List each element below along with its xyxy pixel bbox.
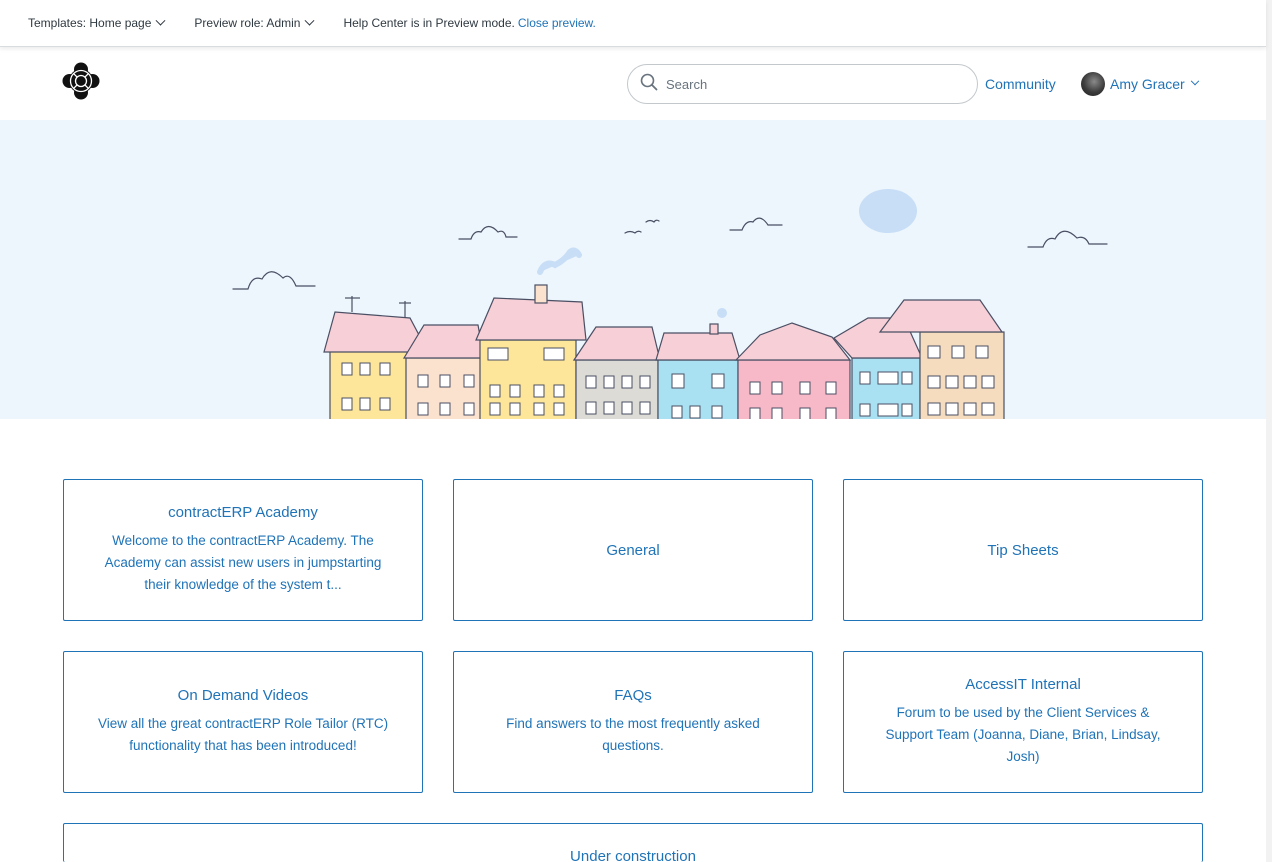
category-title: General xyxy=(606,541,660,559)
category-title: FAQs xyxy=(614,687,652,704)
lifebuoy-logo-icon[interactable] xyxy=(62,62,100,100)
preview-bar: Templates: Home page Preview role: Admin… xyxy=(0,0,1266,47)
category-description: Forum to be used by the Client Services … xyxy=(885,705,1161,764)
category-title: On Demand Videos xyxy=(177,687,309,704)
search-icon xyxy=(640,73,658,96)
avatar xyxy=(1081,72,1105,96)
role-selector-label: Preview role: Admin xyxy=(194,16,301,30)
role-selector[interactable]: Preview role: Admin xyxy=(194,15,315,30)
chevron-down-icon xyxy=(1190,76,1199,86)
close-preview-link[interactable]: Close preview. xyxy=(518,16,596,30)
category-description: Welcome to the contractERP Academy. The … xyxy=(104,533,382,592)
category-card[interactable]: FAQs Find answers to the most frequently… xyxy=(453,651,813,793)
category-title: contractERP Academy xyxy=(168,504,318,521)
community-link[interactable]: Community xyxy=(985,76,1056,92)
chevron-down-icon xyxy=(155,15,166,26)
search-input[interactable] xyxy=(666,76,956,92)
scrollbar[interactable] xyxy=(1266,0,1272,862)
houses-illustration xyxy=(232,189,1108,419)
category-card[interactable]: General xyxy=(453,479,813,621)
hero-banner xyxy=(0,120,1266,419)
category-card[interactable]: contractERP Academy Welcome to the contr… xyxy=(63,479,423,621)
category-title: Under construction xyxy=(570,848,696,862)
category-description: Find answers to the most frequently aske… xyxy=(506,716,760,753)
template-selector-label: Templates: Home page xyxy=(28,16,152,30)
category-description: View all the great contractERP Role Tail… xyxy=(97,716,389,753)
category-card[interactable]: Tip Sheets xyxy=(843,479,1203,621)
user-menu[interactable]: Amy Gracer xyxy=(1081,72,1199,96)
category-card[interactable]: Under construction xyxy=(63,823,1203,862)
category-card[interactable]: On Demand Videos View all the great cont… xyxy=(63,651,423,793)
preview-status-text: Help Center is in Preview mode. xyxy=(343,16,515,30)
template-selector[interactable]: Templates: Home page xyxy=(28,15,166,30)
category-title: Tip Sheets xyxy=(987,541,1059,559)
search-box[interactable] xyxy=(627,64,978,104)
chevron-down-icon xyxy=(305,15,315,26)
category-card[interactable]: AccessIT Internal Forum to be used by th… xyxy=(843,651,1203,793)
site-header: Community Amy Gracer xyxy=(0,47,1266,120)
category-title: AccessIT Internal xyxy=(965,676,1081,693)
user-name: Amy Gracer xyxy=(1110,76,1185,92)
